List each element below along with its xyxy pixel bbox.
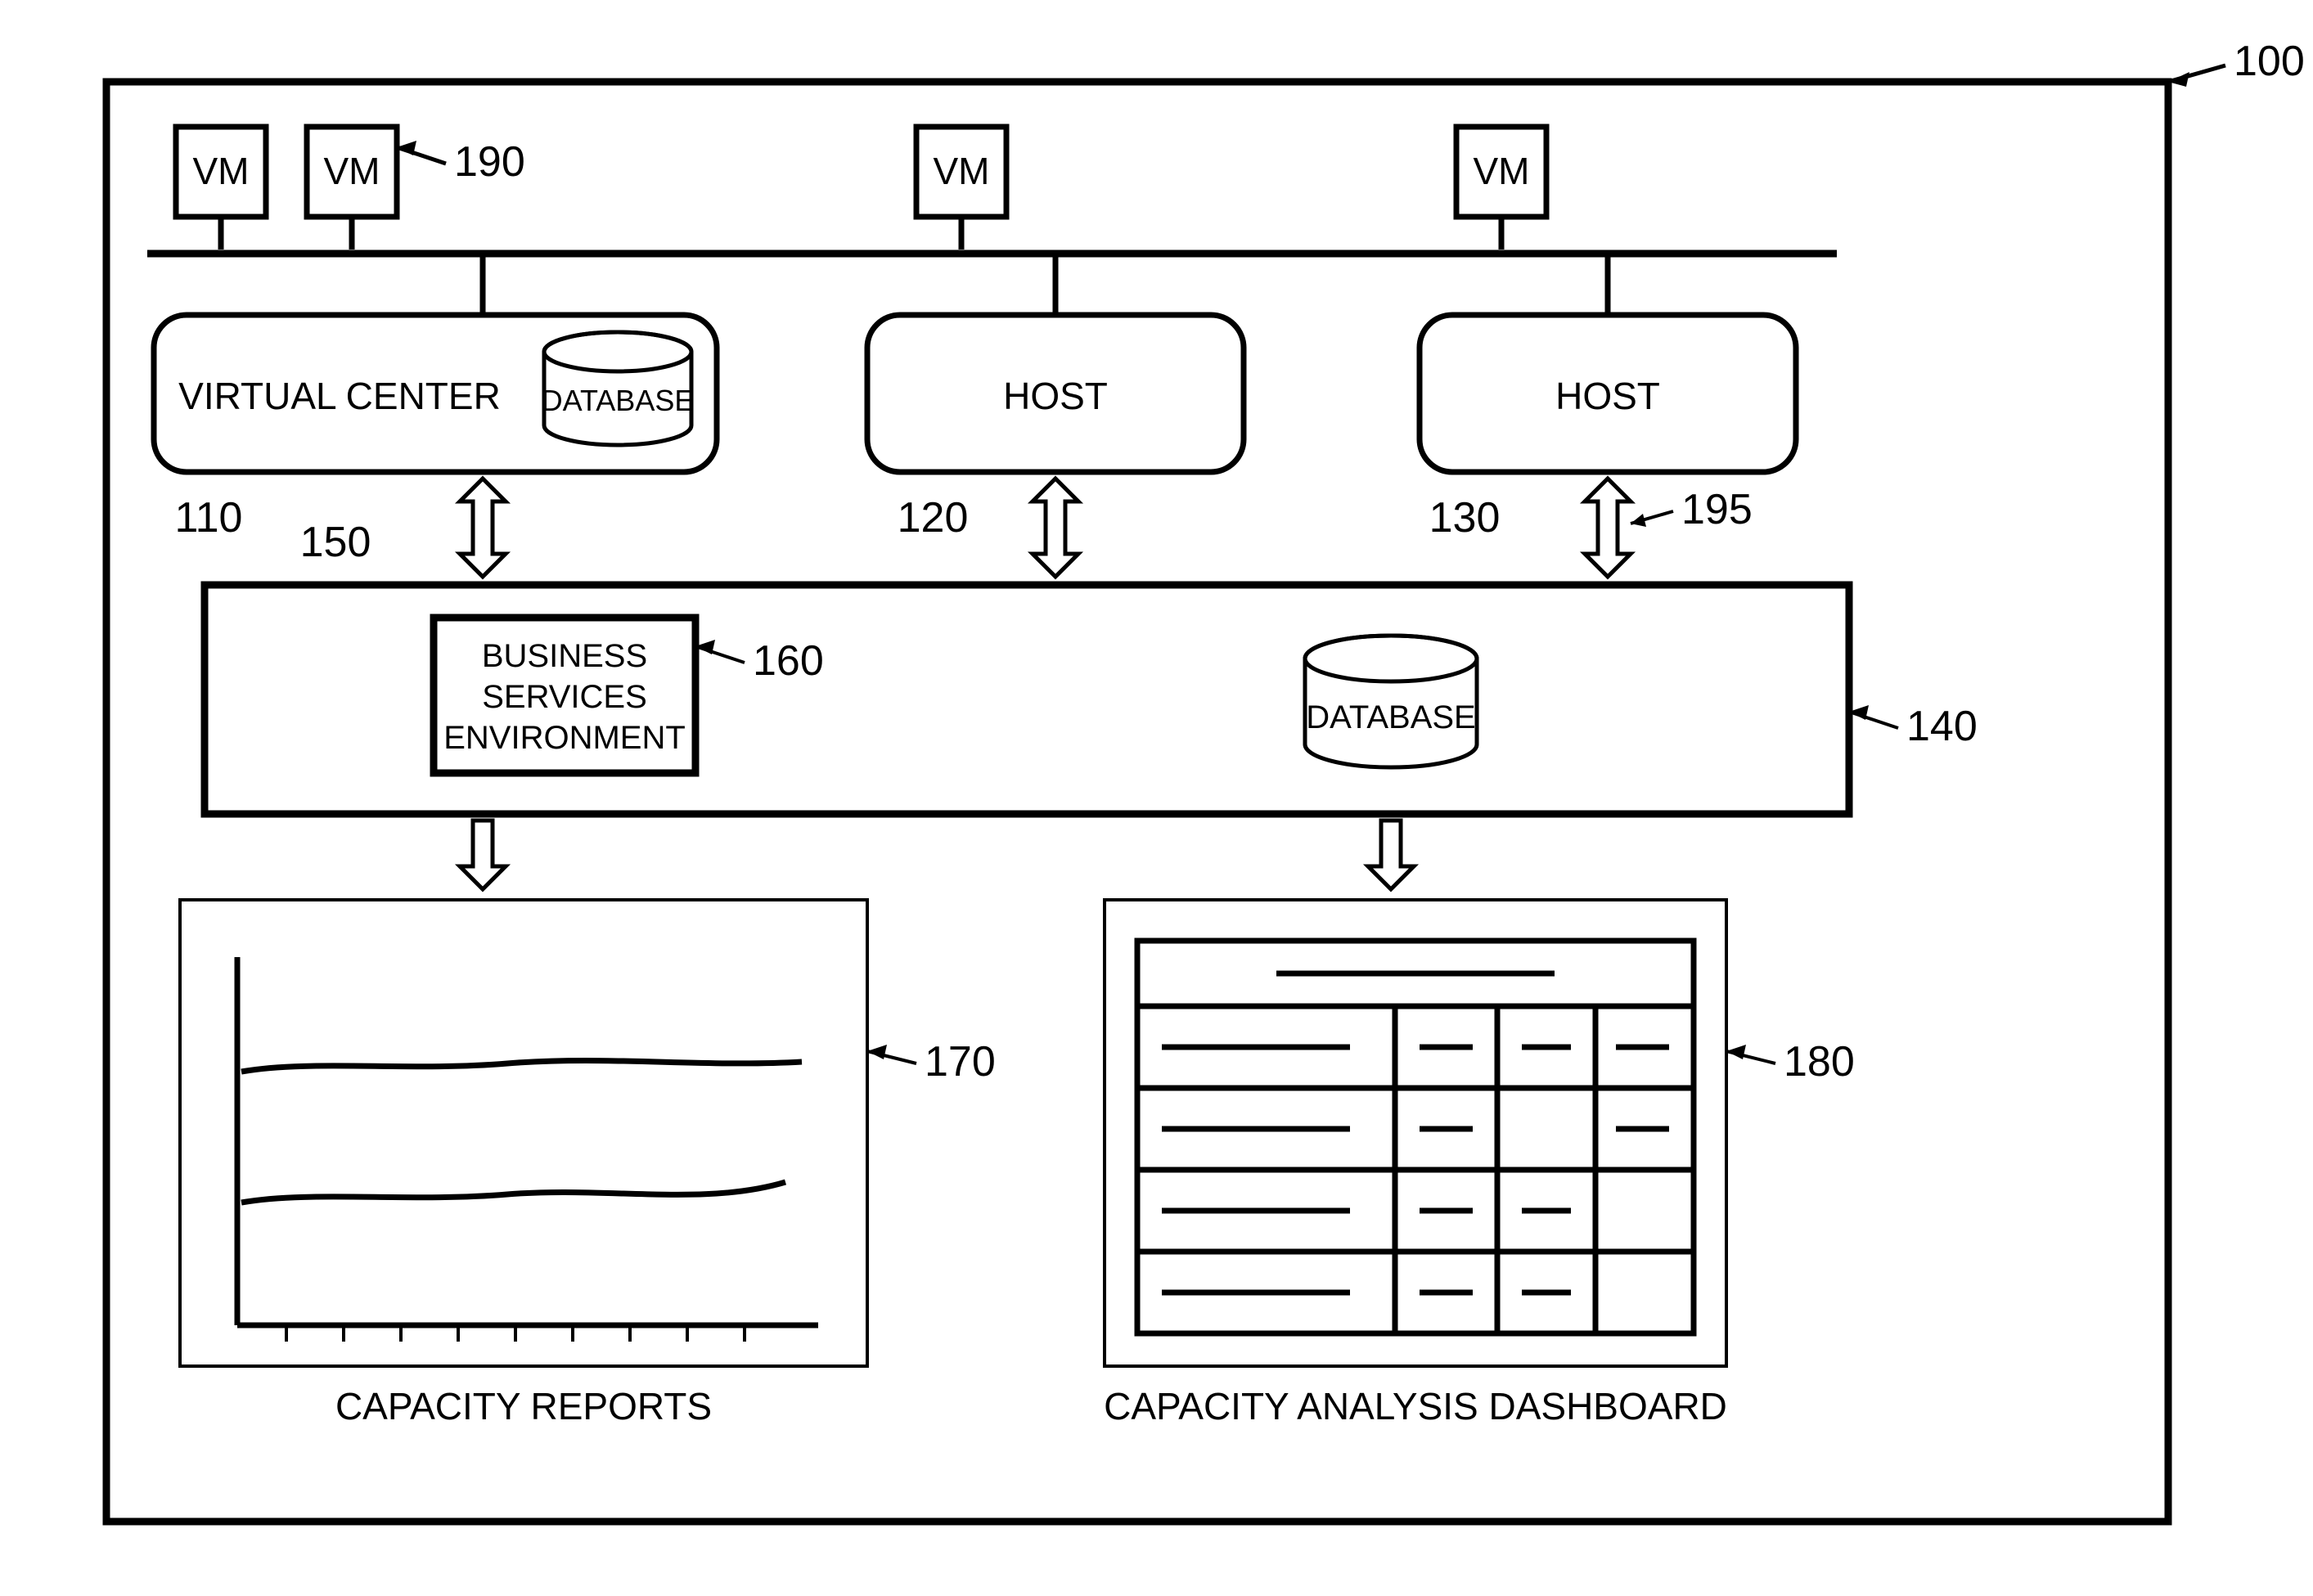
ref-100: 100 [2234, 38, 2305, 85]
vm-label: VM [193, 150, 250, 192]
ref-180: 180 [1784, 1038, 1855, 1086]
ref-195: 195 [1681, 486, 1753, 533]
ref-150: 150 [300, 519, 371, 566]
host-label: HOST [1555, 375, 1660, 417]
ref-170: 170 [925, 1038, 996, 1086]
vm-label: VM [1474, 150, 1530, 192]
ref-140: 140 [1906, 703, 1978, 750]
vm-label: VM [934, 150, 990, 192]
database-label: DATABASE [1306, 699, 1475, 735]
vm-label: VM [324, 150, 380, 192]
bse-line1: BUSINESS [482, 638, 647, 674]
host-block-2: HOST [1420, 315, 1796, 472]
bse-block: BUSINESS SERVICES ENVIRONMENT [434, 618, 695, 773]
database-icon: DATABASE [542, 332, 695, 445]
ref-110: 110 [175, 494, 243, 542]
ref-120: 120 [898, 494, 969, 542]
bse-line2: SERVICES [482, 679, 647, 715]
reports-panel [180, 900, 867, 1366]
ref-130: 130 [1429, 494, 1501, 542]
dashboard-panel [1105, 900, 1726, 1366]
dashboard-table [1137, 941, 1694, 1333]
host-label: HOST [1003, 375, 1108, 417]
host-block-1: HOST [867, 315, 1244, 472]
ref-160: 160 [753, 637, 824, 685]
database-icon-mid: DATABASE [1305, 636, 1477, 767]
virtual-center-label: VIRTUAL CENTER [178, 375, 501, 417]
reports-caption: CAPACITY REPORTS [335, 1385, 712, 1427]
database-label: DATABASE [542, 384, 695, 417]
virtual-center-block: VIRTUAL CENTER DATABASE [154, 315, 717, 472]
dashboard-caption: CAPACITY ANALYSIS DASHBOARD [1104, 1385, 1727, 1427]
diagram-root: 100 VM VM 190 VM VM VIRTUAL CENTER [0, 0, 2313, 1596]
bse-line3: ENVIRONMENT [443, 720, 686, 756]
ref-190: 190 [454, 138, 525, 186]
ref-arrow-100: 100 [2168, 38, 2305, 87]
